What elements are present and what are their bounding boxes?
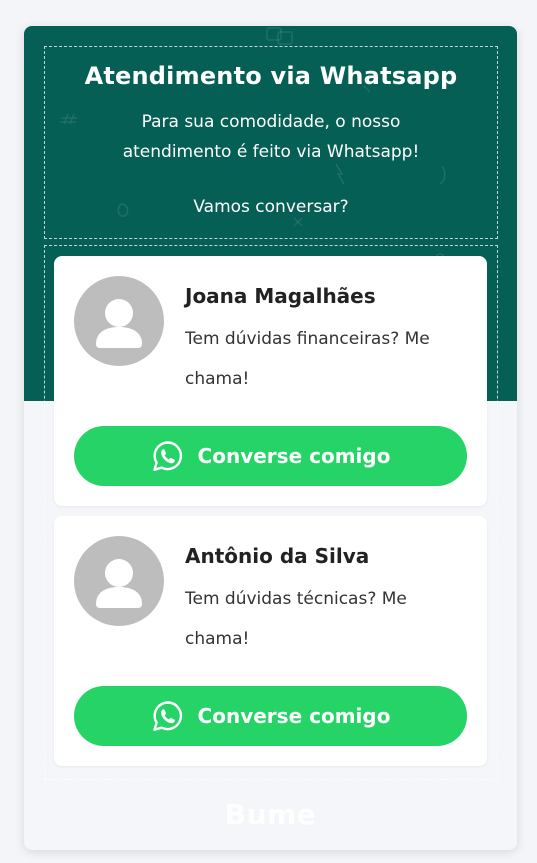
chat-button-label: Converse comigo <box>197 704 391 728</box>
brand-logo-text: Bume <box>224 798 317 831</box>
brand-logo[interactable]: Bume <box>24 798 517 831</box>
user-silhouette-icon <box>74 276 164 366</box>
header-cta-text: Vamos conversar? <box>193 197 349 217</box>
chat-button[interactable]: Converse comigo <box>74 686 467 746</box>
user-silhouette-icon <box>74 536 164 626</box>
agent-description: Tem dúvidas técnicas? Me chama! <box>185 589 407 649</box>
chat-button-label: Converse comigo <box>197 444 391 468</box>
header-section: Atendimento via Whatsapp Para sua comodi… <box>44 46 498 239</box>
chat-button[interactable]: Converse comigo <box>74 426 467 486</box>
page-title: Atendimento via Whatsapp <box>84 62 458 90</box>
agent-name: Joana Magalhães <box>185 284 376 308</box>
whatsapp-widget: Atendimento via Whatsapp Para sua comodi… <box>24 26 517 850</box>
agent-card: Antônio da Silva Tem dúvidas técnicas? M… <box>54 516 487 766</box>
agent-card: Joana Magalhães Tem dúvidas financeiras?… <box>54 256 487 506</box>
agent-name: Antônio da Silva <box>185 544 370 568</box>
header-subtitle: Para sua comodidade, o nosso atendimento… <box>122 112 420 162</box>
whatsapp-icon <box>152 441 182 471</box>
whatsapp-icon <box>152 701 182 731</box>
agent-description: Tem dúvidas financeiras? Me chama! <box>185 329 430 389</box>
